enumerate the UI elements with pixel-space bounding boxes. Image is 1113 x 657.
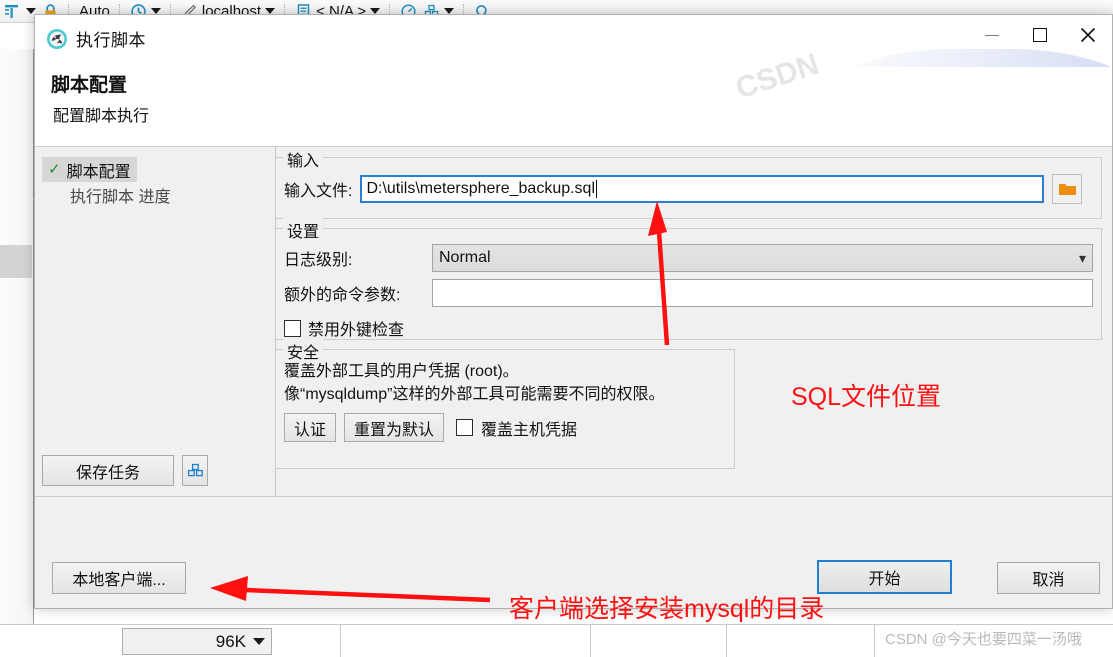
arrow-to-local-client: [210, 576, 491, 603]
csdn-watermark: CSDN @今天也要四菜一汤哦: [885, 631, 1082, 648]
annotation-client-directory: 客户端选择安装mysql的目录: [509, 595, 825, 623]
annotation-sql-location: SQL文件位置: [791, 383, 942, 411]
